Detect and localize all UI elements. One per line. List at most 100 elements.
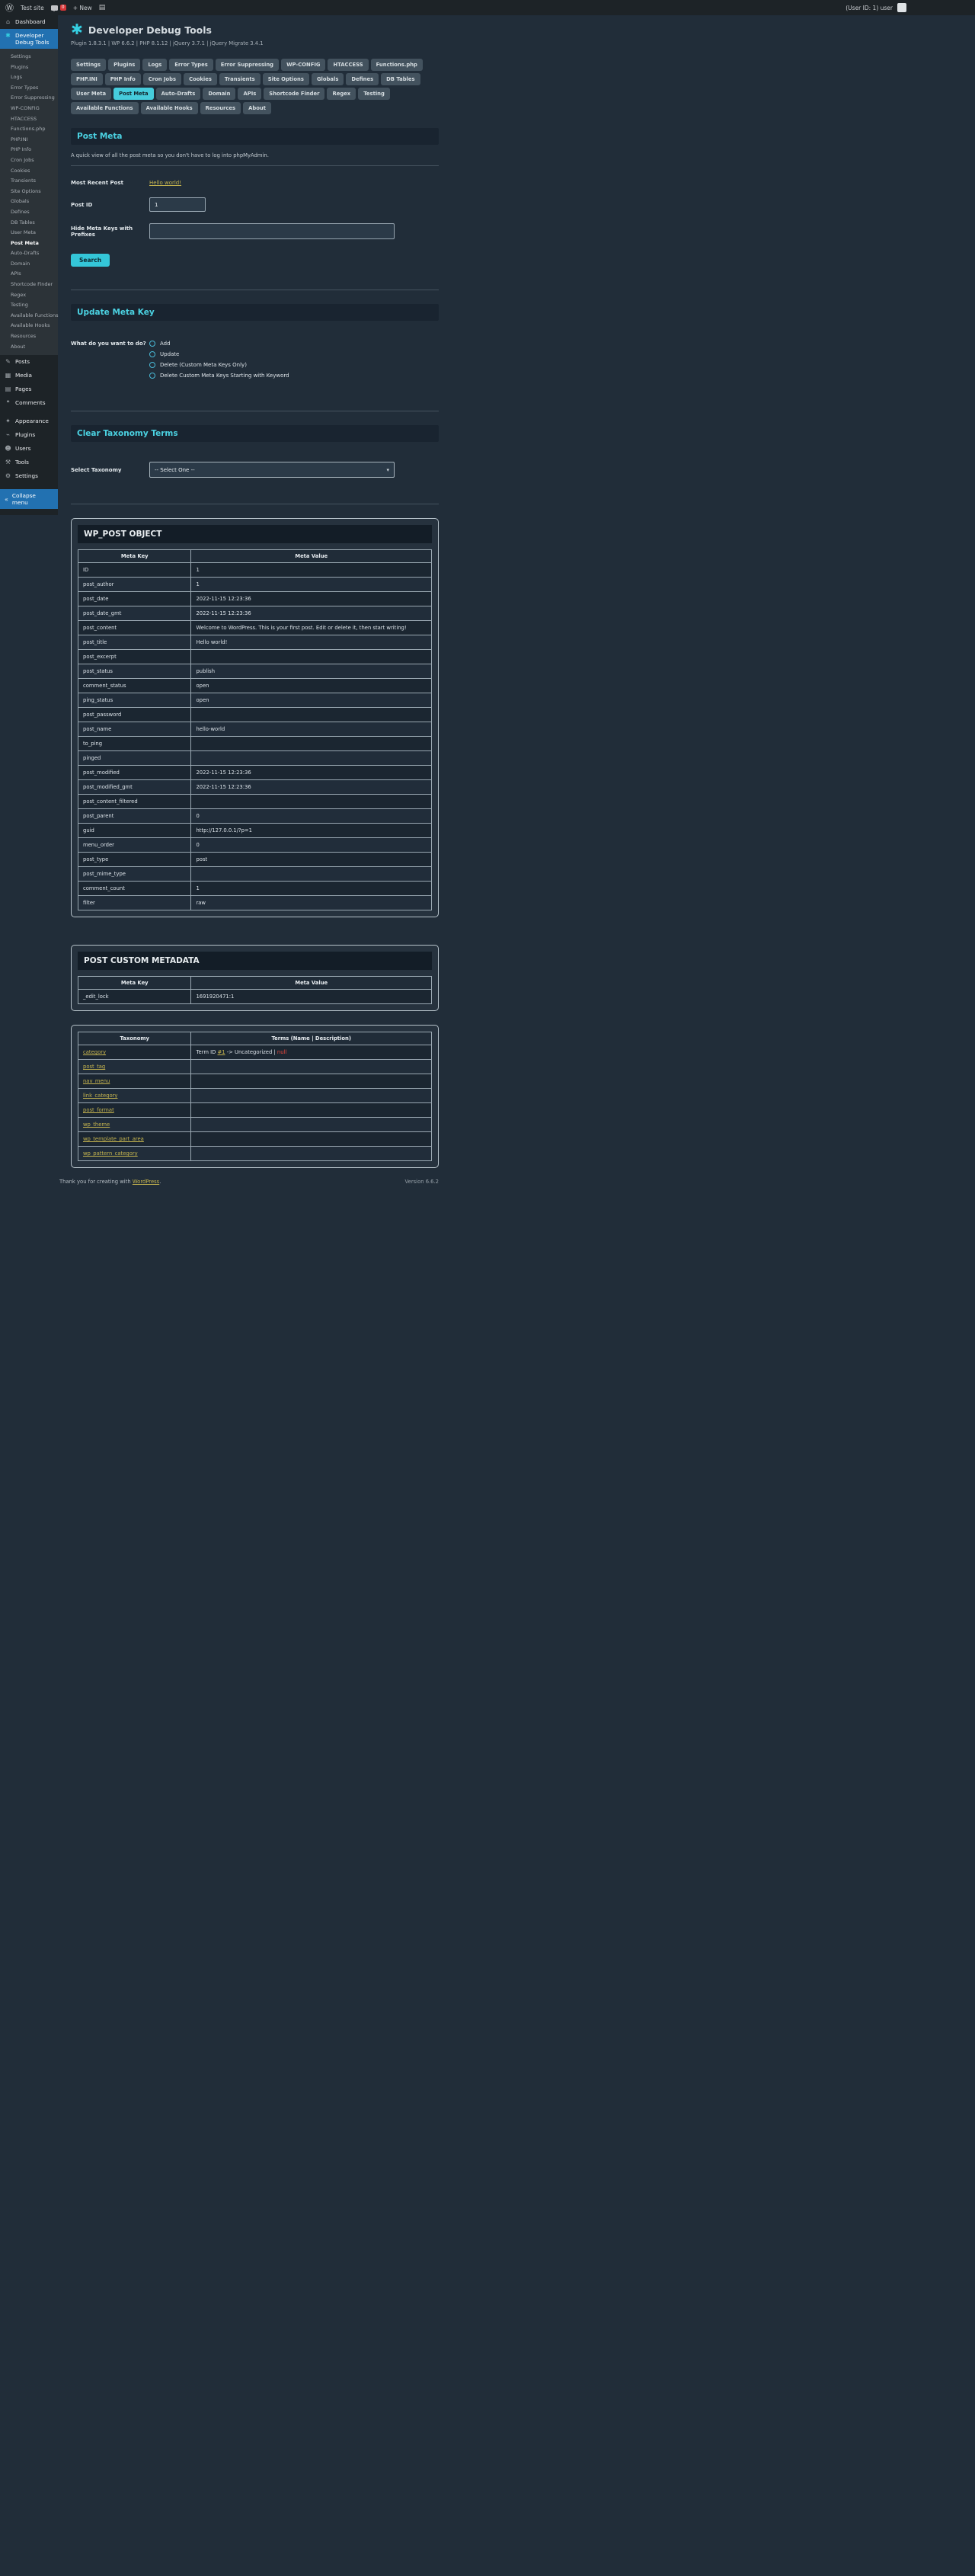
sidebar-subitem-apis[interactable]: APIs <box>0 269 58 280</box>
most-recent-post-link[interactable]: Hello world! <box>149 180 181 186</box>
tab-user-meta[interactable]: User Meta <box>71 88 112 100</box>
tab-apis[interactable]: APIs <box>238 88 262 100</box>
tab-available-functions[interactable]: Available Functions <box>71 102 139 114</box>
sidebar-subitem-domain[interactable]: Domain <box>0 258 58 269</box>
wordpress-logo-icon[interactable]: Ⓦ <box>5 4 14 12</box>
sidebar-subitem-available-functions[interactable]: Available Functions <box>0 310 59 321</box>
tab-about[interactable]: About <box>243 102 271 114</box>
sidebar-subitem-error-types[interactable]: Error Types <box>0 82 58 93</box>
taxonomy-link-link-category[interactable]: link_category <box>83 1093 117 1099</box>
meta-key-cell: to_ping <box>77 736 192 751</box>
tab-db-tables[interactable]: DB Tables <box>381 73 420 85</box>
sidebar-subitem-error-suppressing[interactable]: Error Suppressing <box>0 93 58 104</box>
sidebar-subitem-shortcode-finder[interactable]: Shortcode Finder <box>0 279 58 290</box>
taxonomy-link-wp-theme[interactable]: wp_theme <box>83 1122 110 1128</box>
sidebar-item-plugins[interactable]: ⌁ Plugins <box>0 428 58 442</box>
tab-site-options[interactable]: Site Options <box>262 73 309 85</box>
sidebar-item-users[interactable]: ☻ Users <box>0 442 58 456</box>
tab-globals[interactable]: Globals <box>311 73 344 85</box>
sidebar-subitem-about[interactable]: About <box>0 341 58 352</box>
radio-delete-custom-meta-keys-starting-with-keyword[interactable] <box>149 373 155 379</box>
sidebar-subitem-auto-drafts[interactable]: Auto-Drafts <box>0 248 58 259</box>
tab-post-meta[interactable]: Post Meta <box>113 88 154 100</box>
sidebar-subitem-php-ini[interactable]: PHP.INI <box>0 134 58 145</box>
radio-update[interactable] <box>149 351 155 357</box>
sidebar-item-pages[interactable]: ▤ Pages <box>0 382 58 396</box>
collapse-menu-button[interactable]: « Collapse menu <box>0 489 58 510</box>
taxonomy-link-post-format[interactable]: post_format <box>83 1107 114 1113</box>
post-id-input[interactable] <box>149 197 206 212</box>
sidebar-subitem-php-info[interactable]: PHP Info <box>0 145 58 155</box>
tab-domain[interactable]: Domain <box>203 88 236 100</box>
user-account-menu[interactable]: (User ID: 1) user <box>846 5 893 11</box>
wordpress-link[interactable]: WordPress <box>133 1179 159 1185</box>
tab-logs[interactable]: Logs <box>142 59 168 71</box>
page-icon[interactable]: ▤ <box>99 4 106 11</box>
sidebar-subitem-resources[interactable]: Resources <box>0 331 58 341</box>
sidebar-subitem-testing[interactable]: Testing <box>0 299 58 310</box>
sidebar-subitem-cookies[interactable]: Cookies <box>0 165 58 176</box>
sidebar-subitem-defines[interactable]: Defines <box>0 206 58 217</box>
sidebar-item-settings[interactable]: ⚙ Settings <box>0 469 58 483</box>
taxonomy-link-wp-pattern-category[interactable]: wp_pattern_category <box>83 1150 138 1157</box>
taxonomy-link-category[interactable]: category <box>83 1049 106 1055</box>
sidebar-subitem-globals[interactable]: Globals <box>0 197 58 207</box>
sidebar-subitem-htaccess[interactable]: HTACCESS <box>0 114 58 124</box>
sidebar-item-appearance[interactable]: ✦ Appearance <box>0 414 58 428</box>
sidebar-item-developer-debug-tools[interactable]: ✱ Developer Debug Tools <box>0 29 58 50</box>
sidebar-item-comments[interactable]: ❝ Comments <box>0 396 58 410</box>
tab-shortcode-finder[interactable]: Shortcode Finder <box>264 88 325 100</box>
tab-settings[interactable]: Settings <box>71 59 107 71</box>
table-row: post_author 1 <box>77 577 432 592</box>
table-row: post_date 2022-11-15 12:23:36 <box>77 591 432 606</box>
sidebar-subitem-wp-config[interactable]: WP-CONFIG <box>0 103 58 114</box>
sidebar-item-tools[interactable]: ⚒ Tools <box>0 456 58 469</box>
tab-regex[interactable]: Regex <box>327 88 356 100</box>
tab-resources[interactable]: Resources <box>200 102 241 114</box>
tab-error-suppressing[interactable]: Error Suppressing <box>215 59 280 71</box>
search-button[interactable]: Search <box>71 254 110 267</box>
term-link[interactable]: #1 <box>218 1049 225 1055</box>
tab-defines[interactable]: Defines <box>346 73 379 85</box>
tab-cookies[interactable]: Cookies <box>184 73 217 85</box>
tab-htaccess[interactable]: HTACCESS <box>328 59 369 71</box>
tab-php-info[interactable]: PHP Info <box>104 73 141 85</box>
tab-php-ini[interactable]: PHP.INI <box>71 73 103 85</box>
sidebar-subitem-settings[interactable]: Settings <box>0 51 58 62</box>
sidebar-subitem-user-meta[interactable]: User Meta <box>0 227 58 238</box>
sidebar-subitem-cron-jobs[interactable]: Cron Jobs <box>0 155 58 165</box>
sidebar-item-media[interactable]: ▦ Media <box>0 369 58 382</box>
tab-error-types[interactable]: Error Types <box>169 59 213 71</box>
sidebar-subitem-db-tables[interactable]: DB Tables <box>0 217 58 228</box>
sidebar-subitem-functions-php[interactable]: Functions.php <box>0 123 58 134</box>
tab-auto-drafts[interactable]: Auto-Drafts <box>155 88 201 100</box>
radio-delete-custom-meta-keys-only[interactable] <box>149 362 155 368</box>
tab-plugins[interactable]: Plugins <box>108 59 141 71</box>
taxonomy-select[interactable]: -- Select One -- ▾ <box>149 462 395 478</box>
sidebar-subitem-logs[interactable]: Logs <box>0 72 58 82</box>
taxonomy-link-post-tag[interactable]: post_tag <box>83 1064 105 1070</box>
sidebar-subitem-plugins[interactable]: Plugins <box>0 62 58 72</box>
sidebar-item-dashboard[interactable]: ⌂ Dashboard <box>0 15 58 29</box>
sidebar-item-posts[interactable]: ✎ Posts <box>0 355 58 369</box>
sidebar-subitem-transients[interactable]: Transients <box>0 175 58 186</box>
tab-functions-php[interactable]: Functions.php <box>370 59 423 71</box>
radio-add[interactable] <box>149 341 155 347</box>
hide-prefix-input[interactable] <box>149 223 395 239</box>
sidebar-subitem-post-meta[interactable]: Post Meta <box>0 238 58 248</box>
comments-menu[interactable]: 0 <box>50 5 66 11</box>
sidebar-subitem-regex[interactable]: Regex <box>0 290 58 300</box>
tab-available-hooks[interactable]: Available Hooks <box>140 102 198 114</box>
taxonomy-link-wp-template-part-area[interactable]: wp_template_part_area <box>83 1136 144 1142</box>
table-row: nav_menu <box>77 1074 432 1089</box>
new-content-button[interactable]: + New <box>73 5 92 11</box>
tab-cron-jobs[interactable]: Cron Jobs <box>142 73 182 85</box>
taxonomy-link-nav-menu[interactable]: nav_menu <box>83 1078 110 1084</box>
tab-testing[interactable]: Testing <box>358 88 390 100</box>
site-name-link[interactable]: Test site <box>21 5 44 11</box>
tab-transients[interactable]: Transients <box>219 73 261 85</box>
sidebar-subitem-site-options[interactable]: Site Options <box>0 186 58 197</box>
sidebar-subitem-available-hooks[interactable]: Available Hooks <box>0 321 58 331</box>
avatar[interactable] <box>897 3 906 12</box>
tab-wp-config[interactable]: WP-CONFIG <box>281 59 326 71</box>
